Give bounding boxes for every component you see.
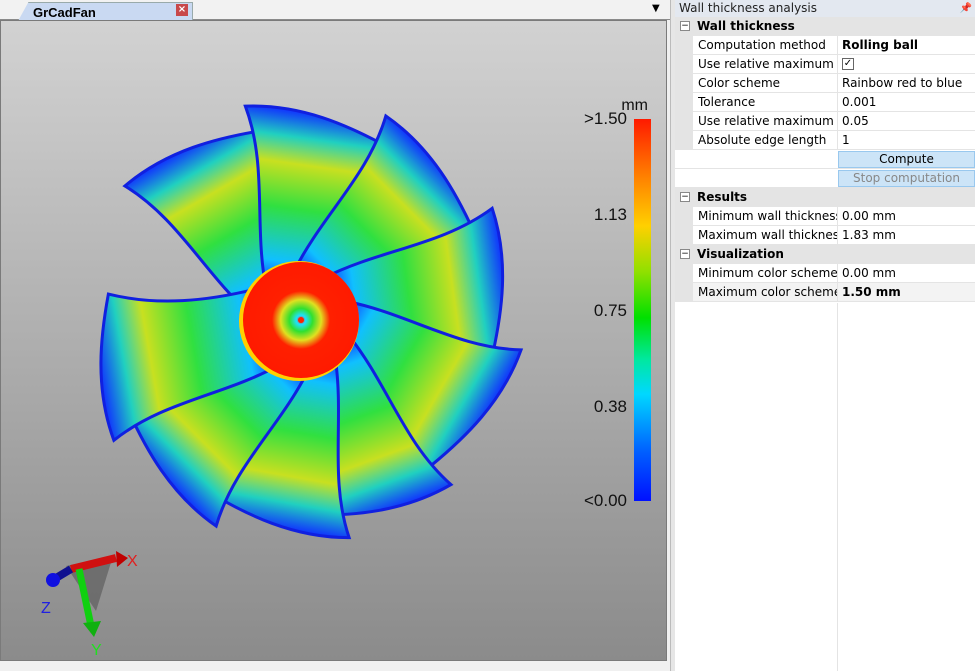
property-name: Tolerance — [698, 95, 756, 109]
property-row[interactable]: Minimum color scheme 0.00 mm — [675, 264, 975, 283]
legend-label: 0.75 — [593, 301, 627, 320]
axis-triad: X Y Z — [41, 551, 138, 659]
section-title: Results — [697, 190, 748, 204]
collapse-icon[interactable]: − — [680, 249, 690, 259]
property-name: Use relative maximum e... — [698, 114, 838, 128]
property-row[interactable]: Maximum wall thickness 1.83 mm — [675, 226, 975, 245]
property-value[interactable]: 1 — [842, 131, 850, 149]
section-header[interactable]: − Visualization — [675, 245, 975, 264]
section-title: Visualization — [697, 247, 784, 261]
section-header[interactable]: − Results — [675, 188, 975, 207]
panel-title-text: Wall thickness analysis — [679, 1, 818, 15]
tab-bar: GrCadFan 140mm.SLDPRT × ▼ — [0, 0, 670, 21]
property-row[interactable]: Use relative maximum e... 0.05 — [675, 112, 975, 131]
legend-label: 1.13 — [593, 205, 627, 224]
compute-button[interactable]: Compute — [838, 151, 975, 168]
property-row[interactable]: Absolute edge length 1 — [675, 131, 975, 150]
stop-computation-button[interactable]: Stop computation — [838, 170, 975, 187]
dropdown-arrow-icon[interactable]: ▼ — [652, 3, 660, 14]
property-value[interactable]: 0.001 — [842, 93, 876, 111]
document-area: GrCadFan 140mm.SLDPRT × ▼ mm >1.50 1.13 … — [0, 0, 670, 671]
property-name: Use relative maximum e... — [698, 57, 838, 71]
legend-label: >1.50 — [583, 109, 627, 128]
collapse-icon[interactable]: − — [680, 192, 690, 202]
property-row[interactable]: Tolerance 0.001 — [675, 93, 975, 112]
property-value[interactable]: 0.05 — [842, 112, 869, 130]
property-name: Minimum color scheme — [698, 266, 838, 280]
property-value[interactable]: 1.50 mm — [842, 283, 901, 301]
y-axis-label: Y — [91, 642, 102, 659]
property-row[interactable]: Computation method Rolling ball — [675, 36, 975, 55]
document-tab[interactable]: GrCadFan 140mm.SLDPRT — [18, 2, 193, 21]
pin-icon[interactable]: 📌 — [960, 0, 972, 17]
legend-label: <0.00 — [583, 491, 627, 510]
property-name: Color scheme — [698, 76, 781, 90]
z-axis-label: Z — [41, 600, 51, 617]
checkbox[interactable]: ✓ — [842, 58, 854, 70]
legend-label: 0.38 — [593, 397, 627, 416]
property-value[interactable]: Rainbow red to blue — [842, 74, 962, 92]
property-row[interactable]: Use relative maximum e... ✓ — [675, 55, 975, 74]
color-scale-bar — [634, 119, 651, 501]
wall-thickness-panel: Wall thickness analysis 📌 − Wall thickness… — [675, 0, 975, 671]
property-value[interactable]: 0.00 mm — [842, 264, 896, 282]
panel-title: Wall thickness analysis 📌 — [675, 0, 975, 17]
property-row[interactable]: Minimum wall thickness 0.00 mm — [675, 207, 975, 226]
property-row[interactable]: Color scheme Rainbow red to blue — [675, 74, 975, 93]
property-value[interactable]: 0.00 mm — [842, 207, 896, 225]
property-value[interactable]: 1.83 mm — [842, 226, 896, 244]
property-name: Maximum wall thickness — [698, 228, 838, 242]
x-axis-label: X — [127, 553, 138, 570]
property-name: Absolute edge length — [698, 133, 827, 147]
property-name: Minimum wall thickness — [698, 209, 838, 223]
section-header[interactable]: − Wall thickness — [675, 17, 975, 36]
section-title: Wall thickness — [697, 19, 795, 33]
close-icon[interactable]: × — [176, 4, 188, 16]
3d-viewport[interactable]: mm >1.50 1.13 0.75 0.38 <0.00 X Y Z — [0, 20, 667, 661]
property-row[interactable]: Maximum color scheme 1.50 mm — [675, 283, 975, 302]
collapse-icon[interactable]: − — [680, 21, 690, 31]
property-name: Computation method — [698, 38, 826, 52]
property-value[interactable]: Rolling ball — [842, 36, 918, 54]
property-name: Maximum color scheme — [698, 285, 838, 299]
